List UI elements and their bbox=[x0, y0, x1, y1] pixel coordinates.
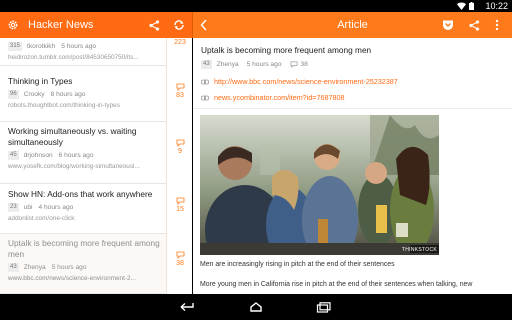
article-url[interactable]: http://www.bbc.com/news/science-environm… bbox=[214, 77, 398, 86]
points-badge: 43 bbox=[8, 263, 19, 272]
battery-icon bbox=[469, 2, 474, 10]
comment-count-button[interactable]: 38 bbox=[167, 251, 192, 268]
image-watermark: THINKSTOCK bbox=[401, 247, 437, 253]
comment-count-button[interactable]: 9 bbox=[167, 139, 192, 156]
story-user[interactable]: drjohnson bbox=[24, 152, 53, 159]
comment-icon bbox=[290, 61, 297, 68]
article-title: Uptalk is becoming more frequent among m… bbox=[201, 45, 372, 55]
article-comment-count[interactable]: 38 bbox=[301, 61, 308, 68]
pocket-icon[interactable] bbox=[441, 18, 455, 32]
article-header-title: Article bbox=[337, 19, 368, 31]
wifi-icon bbox=[457, 2, 466, 10]
article-meta: 43 Zhenya 5 hours ago 38 bbox=[201, 60, 308, 69]
app-title: Hacker News bbox=[28, 19, 94, 31]
story-url[interactable]: robots.thoughtbot.com/thinking-in-types bbox=[8, 102, 166, 109]
status-bar: 10:22 bbox=[0, 0, 512, 12]
story-url[interactable]: addonlist.com/one-click bbox=[8, 215, 166, 222]
comment-count: 38 bbox=[176, 260, 184, 267]
divider bbox=[193, 108, 512, 109]
story-meta: 315 tkorotkikh 5 hours ago bbox=[8, 42, 166, 51]
article-user[interactable]: Zhenya bbox=[217, 61, 239, 68]
refresh-icon[interactable] bbox=[172, 18, 186, 32]
status-time: 10:22 bbox=[485, 1, 508, 11]
points-badge: 96 bbox=[8, 90, 19, 99]
story-age: 4 hours ago bbox=[38, 204, 74, 211]
hn-url[interactable]: news.ycombinator.com/item?id=7687808 bbox=[214, 93, 344, 102]
story-url[interactable]: heidirozon.tumblr.com/post/84530650750/i… bbox=[8, 54, 166, 61]
comment-count: 9 bbox=[178, 148, 182, 155]
gear-icon[interactable] bbox=[6, 18, 20, 32]
story-url[interactable]: www.bbc.com/news/science-environment-2..… bbox=[8, 275, 166, 282]
story-user[interactable]: Zhenya bbox=[24, 264, 46, 271]
recent-apps-icon[interactable] bbox=[314, 301, 334, 313]
story-user[interactable]: ubi bbox=[24, 204, 33, 211]
points-badge: 315 bbox=[8, 42, 23, 51]
hn-discussion-link[interactable]: news.ycombinator.com/item?id=7687808 bbox=[201, 93, 344, 102]
link-icon bbox=[201, 79, 209, 84]
navigation-bar bbox=[0, 294, 512, 320]
story-age: 5 hours ago bbox=[61, 43, 97, 50]
story-meta: 23 ubi 4 hours ago bbox=[8, 203, 166, 212]
article-source-link[interactable]: http://www.bbc.com/news/science-environm… bbox=[201, 77, 398, 86]
comment-count-button[interactable]: 223 bbox=[167, 38, 192, 47]
image-caption: Men are increasingly rising in pitch at … bbox=[200, 261, 395, 268]
comment-count-button[interactable]: 15 bbox=[167, 197, 192, 214]
story-meta: 96 Crooky 8 hours ago bbox=[8, 90, 166, 99]
comment-icon bbox=[176, 139, 184, 147]
story-title[interactable]: Thinking in Types bbox=[8, 76, 166, 87]
story-title[interactable]: Working simultaneously vs. waiting simul… bbox=[8, 126, 158, 148]
story-user[interactable]: Crooky bbox=[24, 91, 45, 98]
comment-count-button[interactable]: 83 bbox=[167, 83, 192, 100]
share-icon[interactable] bbox=[147, 18, 161, 32]
story-url[interactable]: www.yosefk.com/blog/working-simultaneous… bbox=[8, 163, 166, 170]
points-badge: 45 bbox=[8, 151, 19, 160]
app-action-bar: Hacker News bbox=[0, 12, 192, 38]
back-icon[interactable] bbox=[177, 301, 197, 313]
story-user[interactable]: tkorotkikh bbox=[27, 43, 55, 50]
story-age: 8 hours ago bbox=[50, 91, 86, 98]
comment-icon bbox=[176, 197, 184, 205]
story-meta: 43 Zhenya 5 hours ago bbox=[8, 263, 166, 272]
link-icon bbox=[201, 95, 209, 100]
article-action-bar: Article bbox=[193, 12, 512, 38]
article-body: More young men in California rise in pit… bbox=[200, 281, 473, 288]
share-icon[interactable] bbox=[467, 18, 481, 32]
comment-count: 223 bbox=[174, 39, 186, 46]
story-list[interactable]: 315 tkorotkikh 5 hours ago heidirozon.tu… bbox=[0, 38, 166, 294]
story-item[interactable]: Show HN: Add-ons that work anywhere 23 u… bbox=[0, 184, 166, 234]
article-age: 5 hours ago bbox=[246, 61, 282, 68]
status-icons bbox=[457, 2, 474, 10]
story-item[interactable]: Working simultaneously vs. waiting simul… bbox=[0, 122, 166, 184]
story-age: 6 hours ago bbox=[58, 152, 94, 159]
article-panel[interactable]: Uptalk is becoming more frequent among m… bbox=[193, 38, 512, 294]
more-vert-icon[interactable] bbox=[490, 18, 504, 32]
points-badge: 23 bbox=[8, 203, 19, 212]
story-item[interactable]: Thinking in Types 96 Crooky 8 hours ago … bbox=[0, 66, 166, 122]
story-title[interactable]: Uptalk is becoming more frequent among m… bbox=[8, 238, 163, 260]
story-age: 5 hours ago bbox=[51, 264, 87, 271]
comment-icon bbox=[176, 251, 184, 259]
points-badge: 43 bbox=[201, 60, 212, 69]
story-item-selected[interactable]: Uptalk is becoming more frequent among m… bbox=[0, 234, 166, 294]
comment-count-column: 223 83 9 15 38 bbox=[166, 38, 192, 294]
story-item[interactable]: 315 tkorotkikh 5 hours ago heidirozon.tu… bbox=[0, 38, 166, 66]
article-photo: THINKSTOCK bbox=[200, 115, 439, 255]
home-icon[interactable] bbox=[246, 301, 266, 313]
story-title[interactable]: Show HN: Add-ons that work anywhere bbox=[8, 189, 166, 200]
comment-count: 15 bbox=[176, 206, 184, 213]
comment-icon bbox=[176, 83, 184, 91]
comment-count: 83 bbox=[176, 92, 184, 99]
story-meta: 45 drjohnson 6 hours ago bbox=[8, 151, 166, 160]
